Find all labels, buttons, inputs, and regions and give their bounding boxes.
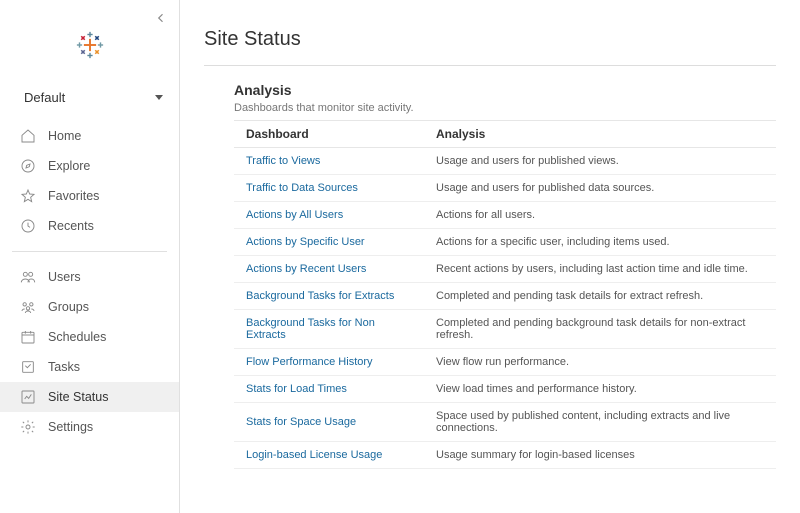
dashboard-link[interactable]: Login-based License Usage	[234, 442, 424, 469]
dashboard-desc: Space used by published content, includi…	[424, 403, 776, 442]
dashboard-desc: Actions for a specific user, including i…	[424, 229, 776, 256]
dashboard-desc: Recent actions by users, including last …	[424, 256, 776, 283]
dashboard-desc: Actions for all users.	[424, 202, 776, 229]
nav-label: Favorites	[48, 189, 99, 203]
collapse-sidebar-button[interactable]	[153, 10, 169, 26]
nav-item-settings[interactable]: Settings	[0, 412, 179, 442]
gear-icon	[20, 419, 36, 435]
dashboard-desc: View load times and performance history.	[424, 376, 776, 403]
nav-item-favorites[interactable]: Favorites	[0, 181, 179, 211]
nav-item-schedules[interactable]: Schedules	[0, 322, 179, 352]
calendar-icon	[20, 329, 36, 345]
nav-item-home[interactable]: Home	[0, 121, 179, 151]
tableau-logo-icon	[76, 31, 104, 59]
table-row: Traffic to Data SourcesUsage and users f…	[234, 175, 776, 202]
dashboard-desc: Completed and pending background task de…	[424, 310, 776, 349]
nav-label: Groups	[48, 300, 89, 314]
dashboard-desc: Usage and users for published data sourc…	[424, 175, 776, 202]
section-subtitle: Dashboards that monitor site activity.	[234, 102, 776, 114]
caret-down-icon	[155, 95, 163, 100]
page-title: Site Status	[204, 28, 776, 66]
status-icon	[20, 389, 36, 405]
table-row: Stats for Load TimesView load times and …	[234, 376, 776, 403]
table-row: Background Tasks for ExtractsCompleted a…	[234, 283, 776, 310]
dashboard-link[interactable]: Traffic to Data Sources	[234, 175, 424, 202]
star-icon	[20, 188, 36, 204]
nav-label: Recents	[48, 219, 94, 233]
nav-label: Schedules	[48, 330, 106, 344]
analysis-table: Dashboard Analysis Traffic to ViewsUsage…	[234, 120, 776, 469]
nav-item-recents[interactable]: Recents	[0, 211, 179, 241]
chevron-left-icon	[155, 12, 167, 24]
sidebar: Default Home Explore Favorites Recents U…	[0, 0, 180, 513]
nav-label: Home	[48, 129, 81, 143]
nav-label: Settings	[48, 420, 93, 434]
dashboard-desc: Completed and pending task details for e…	[424, 283, 776, 310]
users-icon	[20, 269, 36, 285]
nav-group-main: Home Explore Favorites Recents	[0, 117, 179, 245]
table-row: Actions by Recent UsersRecent actions by…	[234, 256, 776, 283]
table-row: Background Tasks for Non ExtractsComplet…	[234, 310, 776, 349]
site-name: Default	[24, 90, 65, 105]
nav-label: Explore	[48, 159, 90, 173]
nav-item-groups[interactable]: Groups	[0, 292, 179, 322]
dashboard-link[interactable]: Flow Performance History	[234, 349, 424, 376]
nav-item-users[interactable]: Users	[0, 262, 179, 292]
nav-label: Tasks	[48, 360, 80, 374]
dashboard-link[interactable]: Stats for Space Usage	[234, 403, 424, 442]
clock-icon	[20, 218, 36, 234]
dashboard-desc: Usage and users for published views.	[424, 148, 776, 175]
main-content: Site Status Analysis Dashboards that mon…	[180, 0, 800, 513]
nav-item-explore[interactable]: Explore	[0, 151, 179, 181]
dashboard-link[interactable]: Traffic to Views	[234, 148, 424, 175]
nav-item-site-status[interactable]: Site Status	[0, 382, 179, 412]
col-analysis: Analysis	[424, 121, 776, 148]
section-title: Analysis	[234, 82, 776, 98]
analysis-section: Analysis Dashboards that monitor site ac…	[204, 66, 776, 469]
dashboard-link[interactable]: Actions by Specific User	[234, 229, 424, 256]
table-row: Actions by All UsersActions for all user…	[234, 202, 776, 229]
dashboard-link[interactable]: Actions by Recent Users	[234, 256, 424, 283]
nav-group-admin: Users Groups Schedules Tasks Site Status…	[0, 258, 179, 446]
nav-divider	[12, 251, 167, 252]
dashboard-link[interactable]: Background Tasks for Non Extracts	[234, 310, 424, 349]
table-row: Flow Performance HistoryView flow run pe…	[234, 349, 776, 376]
dashboard-link[interactable]: Background Tasks for Extracts	[234, 283, 424, 310]
nav-label: Site Status	[48, 390, 108, 404]
groups-icon	[20, 299, 36, 315]
table-row: Actions by Specific UserActions for a sp…	[234, 229, 776, 256]
col-dashboard: Dashboard	[234, 121, 424, 148]
tasks-icon	[20, 359, 36, 375]
table-row: Login-based License UsageUsage summary f…	[234, 442, 776, 469]
nav-item-tasks[interactable]: Tasks	[0, 352, 179, 382]
dashboard-link[interactable]: Stats for Load Times	[234, 376, 424, 403]
compass-icon	[20, 158, 36, 174]
table-header-row: Dashboard Analysis	[234, 121, 776, 148]
dashboard-link[interactable]: Actions by All Users	[234, 202, 424, 229]
nav-label: Users	[48, 270, 81, 284]
table-row: Stats for Space UsageSpace used by publi…	[234, 403, 776, 442]
site-selector[interactable]: Default	[0, 90, 179, 117]
dashboard-desc: View flow run performance.	[424, 349, 776, 376]
home-icon	[20, 128, 36, 144]
dashboard-desc: Usage summary for login-based licenses	[424, 442, 776, 469]
table-row: Traffic to ViewsUsage and users for publ…	[234, 148, 776, 175]
